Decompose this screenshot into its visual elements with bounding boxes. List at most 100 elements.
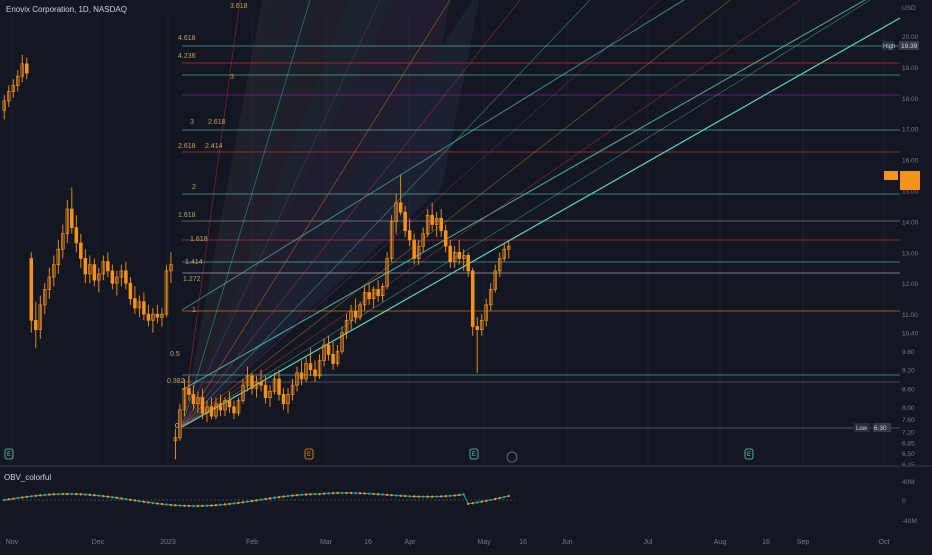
candle-body xyxy=(259,381,263,386)
obv-point xyxy=(494,497,497,501)
time-axis-label: 16 xyxy=(762,539,770,546)
candle-body xyxy=(209,406,214,417)
chart-stage[interactable]: 0 0.382 0.5 1 1.272 1.414 1.618 1.618 2 2.414 2.61… xyxy=(0,0,932,550)
candle-body xyxy=(398,202,403,213)
candle-body xyxy=(142,301,146,315)
candle-body xyxy=(367,292,371,300)
obv-point xyxy=(430,495,434,498)
obv-point xyxy=(106,495,110,498)
obv-point xyxy=(192,504,195,508)
current-price-flag xyxy=(884,171,898,180)
candle-body xyxy=(25,63,29,74)
obv-point xyxy=(25,495,28,499)
obv-point xyxy=(43,493,46,497)
obv-point xyxy=(309,493,312,496)
obv-axis-label: 0 xyxy=(902,498,906,505)
obv-point xyxy=(485,499,488,503)
price-chart[interactable]: 0 0.382 0.5 1 1.272 1.414 1.618 1.618 2 2.414 2.61… xyxy=(0,0,932,550)
obv-point xyxy=(34,494,37,497)
high-value: 19.39 xyxy=(901,43,918,50)
obv-axis-label: 40M xyxy=(902,479,915,486)
obv-point xyxy=(115,496,119,500)
obv-point xyxy=(457,493,461,497)
obv-point xyxy=(448,494,452,498)
obv-point xyxy=(7,498,10,501)
price-axis-label: 17.00 xyxy=(902,127,919,134)
obv-point xyxy=(399,494,402,497)
obv-point xyxy=(3,498,6,502)
obv-point xyxy=(426,495,429,498)
time-axis-label: 16 xyxy=(519,539,527,546)
price-axis-label: 14.00 xyxy=(902,219,919,226)
obv-point xyxy=(390,493,393,497)
obv-point xyxy=(394,494,398,497)
obv-point xyxy=(61,492,65,496)
obv-point xyxy=(102,494,105,498)
obv-point xyxy=(259,498,263,501)
obv-point xyxy=(421,495,425,498)
price-axis-label: 6.85 xyxy=(902,440,915,447)
obv-point xyxy=(228,502,231,506)
obv-point xyxy=(476,501,479,504)
candle-body xyxy=(155,313,160,318)
candle-body xyxy=(232,406,236,414)
obv-point xyxy=(417,495,420,498)
candle-body xyxy=(326,344,331,355)
earnings-marker-letter: E xyxy=(307,452,311,458)
obv-point xyxy=(223,503,227,506)
obv-point xyxy=(183,504,186,507)
obv-point xyxy=(196,504,200,508)
obv-point xyxy=(88,493,92,497)
obv-point xyxy=(480,500,483,503)
candle-body xyxy=(430,214,434,225)
price-axis-label: 9.80 xyxy=(902,349,915,356)
obv-point xyxy=(286,494,290,498)
obv-point xyxy=(57,492,60,496)
obv-point xyxy=(151,501,155,505)
obv-point xyxy=(327,492,330,495)
obv-point xyxy=(30,495,33,498)
earnings-marker-letter: E xyxy=(747,452,751,458)
obv-point xyxy=(507,494,510,498)
candle-body xyxy=(457,251,461,259)
time-axis-label: Apr xyxy=(405,539,417,546)
obv-point xyxy=(39,494,42,497)
obv-point xyxy=(439,495,443,498)
candle-body xyxy=(146,313,151,321)
obv-point xyxy=(75,492,78,496)
obv-point xyxy=(471,501,474,505)
obv-point xyxy=(187,504,191,508)
candle-body xyxy=(133,298,137,309)
obv-point xyxy=(367,492,371,495)
time-axis-label: Sep xyxy=(797,539,810,546)
fib-label: 0.5 xyxy=(170,351,180,358)
candle-body xyxy=(331,353,335,364)
obv-point xyxy=(300,493,303,496)
candle-body xyxy=(34,319,38,330)
candle-body xyxy=(124,270,128,284)
obv-point xyxy=(336,491,339,495)
obv-point xyxy=(435,495,438,498)
obv-point xyxy=(462,493,465,496)
fib-label: 3 xyxy=(190,119,194,126)
time-axis-label: 2023 xyxy=(160,539,176,546)
candle-body xyxy=(263,384,268,398)
price-axis-unit: USD xyxy=(902,5,916,12)
candle-body xyxy=(443,230,448,247)
obv-point xyxy=(214,504,218,507)
obv-axis-label: -40M xyxy=(902,518,917,525)
obv-point xyxy=(313,492,317,496)
fib-label: 2.618 xyxy=(178,143,196,150)
obv-point xyxy=(201,504,204,508)
obv-point xyxy=(498,496,501,500)
candle-body xyxy=(277,378,281,395)
obv-point xyxy=(156,502,159,505)
obv-point xyxy=(408,495,411,498)
obv-point xyxy=(97,494,101,497)
candle-body xyxy=(448,245,452,262)
obv-point xyxy=(264,497,267,501)
price-axis-label: 8.00 xyxy=(902,405,915,412)
obv-point xyxy=(205,504,209,507)
obv-point xyxy=(93,494,96,497)
fib-label: 1.618 xyxy=(190,236,208,243)
